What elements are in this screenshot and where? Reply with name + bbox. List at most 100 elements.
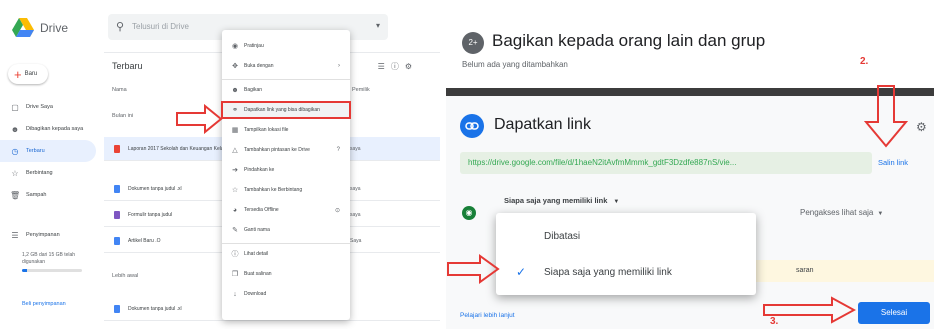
download-icon: ↓ bbox=[233, 290, 237, 298]
context-menu-item[interactable]: ▦ Tampilkan lokasi file bbox=[222, 122, 350, 138]
file-type-icon bbox=[114, 184, 120, 193]
new-button-label: Baru bbox=[24, 71, 38, 77]
access-dropdown: Dibatasi ✓ Siapa saja yang memiliki link bbox=[496, 213, 756, 295]
menu-item-label: Tampilkan lokasi file bbox=[244, 127, 289, 133]
share-title: Bagikan kepada orang lain dan grup bbox=[492, 31, 766, 50]
column-header-owner[interactable]: Pemilik bbox=[352, 87, 370, 93]
menu-item-label: Pratinjau bbox=[244, 43, 264, 49]
role-select[interactable]: Pengakses lihat saja ▼ bbox=[800, 208, 883, 217]
context-menu-item[interactable]: ✎ Ganti nama bbox=[222, 222, 350, 238]
file-name: Dokumen tanpa judul .xl bbox=[128, 185, 182, 192]
copy-icon: ❐ bbox=[231, 271, 239, 278]
menu-item-extra: ? bbox=[336, 147, 340, 153]
star-icon: ☆ bbox=[11, 168, 19, 178]
context-menu-item[interactable]: ❐ Buat salinan bbox=[222, 266, 350, 282]
drive-logo-text: Drive bbox=[40, 20, 69, 35]
context-menu: ◉ Pratinjau ✥ Buka dengan › ☻ Bagikan ⚭ Dapatkan… bbox=[221, 30, 351, 320]
context-menu-item[interactable]: △ Tambahkan pintasan ke Drive? bbox=[222, 142, 350, 158]
link-url-field[interactable]: https://drive.google.com/file/d/1haeN2it… bbox=[460, 152, 872, 174]
sidebar-item-label: Dibagikan kepada saya bbox=[26, 126, 84, 132]
share-subtitle: Belum ada yang ditambahkan bbox=[462, 60, 568, 69]
context-menu-item[interactable]: ◕ Tersedia Offline ⊙ bbox=[222, 202, 350, 218]
dropdown-option-label: Siapa saja yang memiliki link bbox=[544, 266, 672, 278]
sidebar-item-storage[interactable]: ☰ Penyimpanan bbox=[0, 224, 96, 246]
annotation-arrow-right bbox=[176, 104, 223, 134]
file-name: Artikel Baru .O bbox=[128, 237, 161, 244]
copy-link-button[interactable]: Salin link bbox=[878, 158, 908, 167]
context-menu-item[interactable]: ☻ Bagikan bbox=[222, 82, 350, 98]
link-icon bbox=[460, 114, 484, 138]
context-menu-item[interactable]: ◉ Pratinjau bbox=[222, 38, 350, 54]
access-select[interactable]: Siapa saja yang memiliki link ▼ bbox=[504, 196, 619, 205]
context-menu-item[interactable]: ⓘ Lihat detail bbox=[222, 246, 350, 262]
settings-gear-icon[interactable]: ⚙ bbox=[916, 120, 927, 134]
sidebar-item-label: Berbintang bbox=[26, 170, 53, 176]
open-with-icon: ✥ bbox=[232, 63, 238, 70]
dropdown-option-anyone-with-link[interactable]: ✓ Siapa saja yang memiliki link bbox=[496, 257, 756, 287]
context-menu-item[interactable]: ↓ Download bbox=[222, 286, 350, 302]
menu-item-label: Buka dengan bbox=[244, 63, 274, 69]
step-number-2: 2. bbox=[860, 56, 869, 67]
storage-icon: ☰ bbox=[11, 230, 19, 240]
sidebar-item-shared[interactable]: ☻ Dibagikan kepada saya bbox=[0, 118, 96, 140]
context-menu-item[interactable]: ⚭ Dapatkan link yang bisa dibagikan bbox=[221, 101, 351, 119]
annotation-arrow-right bbox=[447, 254, 500, 284]
menu-item-label: Tambahkan ke Berbintang bbox=[244, 187, 303, 193]
menu-item-label: Buat salinan bbox=[244, 271, 272, 277]
share-dialog: 2+ Bagikan kepada orang lain dan grup Be… bbox=[446, 0, 934, 329]
learn-more-link[interactable]: Pelajari lebih lanjut bbox=[460, 312, 515, 319]
column-header-name[interactable]: Nama bbox=[112, 87, 127, 93]
file-owner: saya bbox=[350, 145, 361, 152]
sidebar-item-label: Sampah bbox=[26, 192, 47, 198]
search-options-icon[interactable]: ▾ bbox=[376, 21, 380, 30]
file-type-icon bbox=[114, 304, 120, 313]
context-menu-item[interactable]: ➔ Pindahkan ke bbox=[222, 162, 350, 178]
sidebar-item-label: Terbaru bbox=[26, 148, 45, 154]
computer-icon: ▢ bbox=[11, 102, 19, 112]
buy-storage-link[interactable]: Beli penyimpanan bbox=[22, 301, 66, 307]
menu-item-label: Lihat detail bbox=[244, 251, 269, 257]
person-add-icon: 2+ bbox=[462, 32, 484, 54]
info-icon: ⓘ bbox=[231, 251, 239, 258]
sidebar-item-label: Drive Saya bbox=[26, 104, 53, 110]
drive-logo-icon bbox=[12, 18, 34, 37]
section-label: Lebih awal bbox=[112, 273, 139, 279]
chevron-down-icon: ▼ bbox=[613, 199, 620, 205]
share-people-section[interactable]: 2+ Bagikan kepada orang lain dan grup Be… bbox=[446, 0, 934, 88]
menu-item-extra: ⊙ bbox=[334, 207, 340, 214]
menu-item-label: Tambahkan pintasan ke Drive bbox=[244, 147, 310, 153]
file-owner: saya bbox=[350, 211, 361, 218]
sidebar-item-trash[interactable]: 🗑 Sampah bbox=[0, 184, 96, 206]
dropdown-option-label: Dibatasi bbox=[544, 230, 581, 242]
menu-item-label: Download bbox=[244, 291, 267, 297]
sidebar-item-starred[interactable]: ☆ Berbintang bbox=[0, 162, 96, 184]
person-add-icon: ☻ bbox=[231, 86, 239, 94]
trash-icon: 🗑 bbox=[10, 190, 21, 200]
globe-icon: ◉ bbox=[462, 206, 476, 220]
new-button[interactable]: + Baru bbox=[8, 64, 48, 84]
rename-icon: ✎ bbox=[232, 227, 238, 234]
chevron-down-icon: ▼ bbox=[877, 211, 884, 217]
access-select-label: Siapa saja yang memiliki link bbox=[504, 196, 608, 205]
file-owner: saya bbox=[350, 185, 361, 192]
sidebar-item-my-drive[interactable]: ▢ Drive Saya bbox=[0, 96, 96, 118]
role-select-label: Pengakses lihat saja bbox=[800, 208, 874, 217]
drive-logo[interactable]: Drive bbox=[12, 18, 68, 37]
file-owner: Saya bbox=[350, 237, 362, 244]
dropdown-option-restricted[interactable]: Dibatasi bbox=[496, 221, 756, 251]
menu-item-label: Bagikan bbox=[244, 87, 263, 93]
offline-icon: ◕ bbox=[232, 206, 238, 214]
storage-bar bbox=[22, 269, 82, 272]
search-input[interactable]: Telusuri di Drive bbox=[132, 22, 189, 31]
eye-icon: ◉ bbox=[231, 43, 239, 50]
storage-fill bbox=[22, 269, 27, 272]
context-menu-item[interactable]: ✥ Buka dengan › bbox=[222, 58, 350, 74]
menu-separator bbox=[222, 79, 350, 80]
sidebar-item-recent[interactable]: ◷ Terbaru bbox=[0, 140, 96, 162]
context-menu-item[interactable]: ☆ Tambahkan ke Berbintang bbox=[222, 182, 350, 198]
view-toggle-icons[interactable]: ☰ⓘ⚙ bbox=[378, 61, 418, 72]
search-icon: ⚲ bbox=[116, 21, 125, 33]
menu-item-label: Ganti nama bbox=[244, 227, 270, 233]
menu-separator bbox=[222, 243, 350, 244]
done-button[interactable]: Selesai bbox=[858, 302, 930, 324]
